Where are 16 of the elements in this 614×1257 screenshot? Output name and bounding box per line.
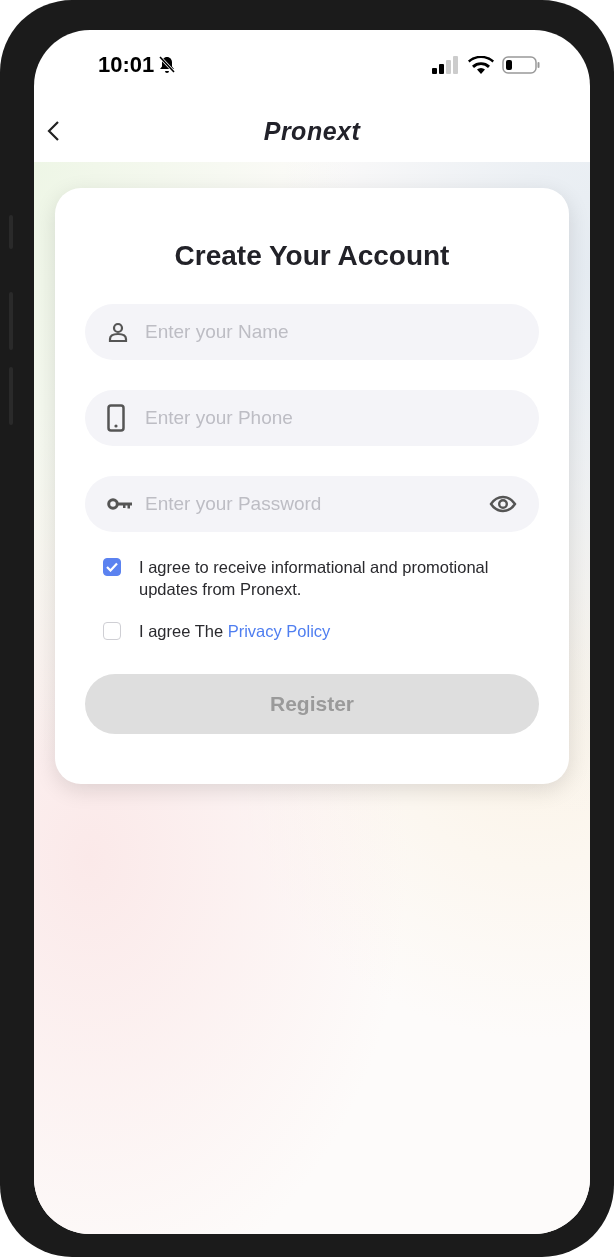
form-title: Create Your Account [173, 240, 451, 272]
checkbox[interactable] [103, 558, 121, 576]
person-icon [107, 321, 129, 343]
app-logo: Pronext [263, 116, 361, 146]
back-icon[interactable] [46, 120, 60, 142]
wifi-icon [468, 55, 494, 75]
battery-icon [502, 56, 540, 74]
checkbox[interactable] [103, 622, 121, 640]
consent-text: I agree The Privacy Policy [139, 621, 331, 642]
phone-icon [107, 404, 125, 432]
consent-text: I agree to receive informational and promotional updates from Pronext. [139, 557, 490, 600]
key-icon [107, 497, 133, 511]
signal-icon [432, 56, 460, 74]
privacy-policy-link[interactable]: Privacy Policy [227, 622, 331, 640]
status-time: 10:01 [98, 52, 155, 78]
eye-icon[interactable] [489, 495, 517, 513]
